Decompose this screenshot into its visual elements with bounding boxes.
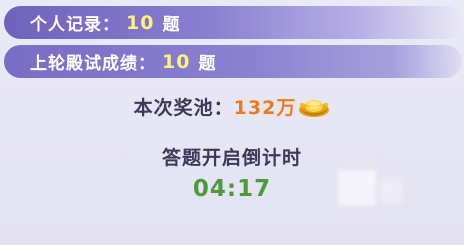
last-round-score-label: 上轮殿试成绩： bbox=[30, 54, 156, 74]
faded-overlay bbox=[338, 170, 376, 206]
gold-ingot-icon bbox=[299, 100, 330, 117]
last-round-score-value: 10 bbox=[162, 50, 191, 73]
last-round-score-unit: 题 bbox=[198, 54, 217, 74]
prize-pool-label: 本次奖池： bbox=[133, 97, 234, 119]
personal-record-value: 10 bbox=[126, 11, 155, 34]
personal-record-bar: 个人记录： 10 题 bbox=[4, 6, 462, 39]
prize-pool: 本次奖池：132万 bbox=[0, 93, 464, 120]
personal-record-label: 个人记录： bbox=[30, 15, 120, 35]
countdown-label: 答题开启倒计时 bbox=[161, 147, 302, 169]
faded-overlay-secondary bbox=[380, 178, 402, 204]
last-round-score-bar: 上轮殿试成绩： 10 题 bbox=[4, 45, 462, 78]
personal-record-unit: 题 bbox=[162, 15, 181, 35]
prize-pool-amount: 132万 bbox=[233, 97, 297, 119]
